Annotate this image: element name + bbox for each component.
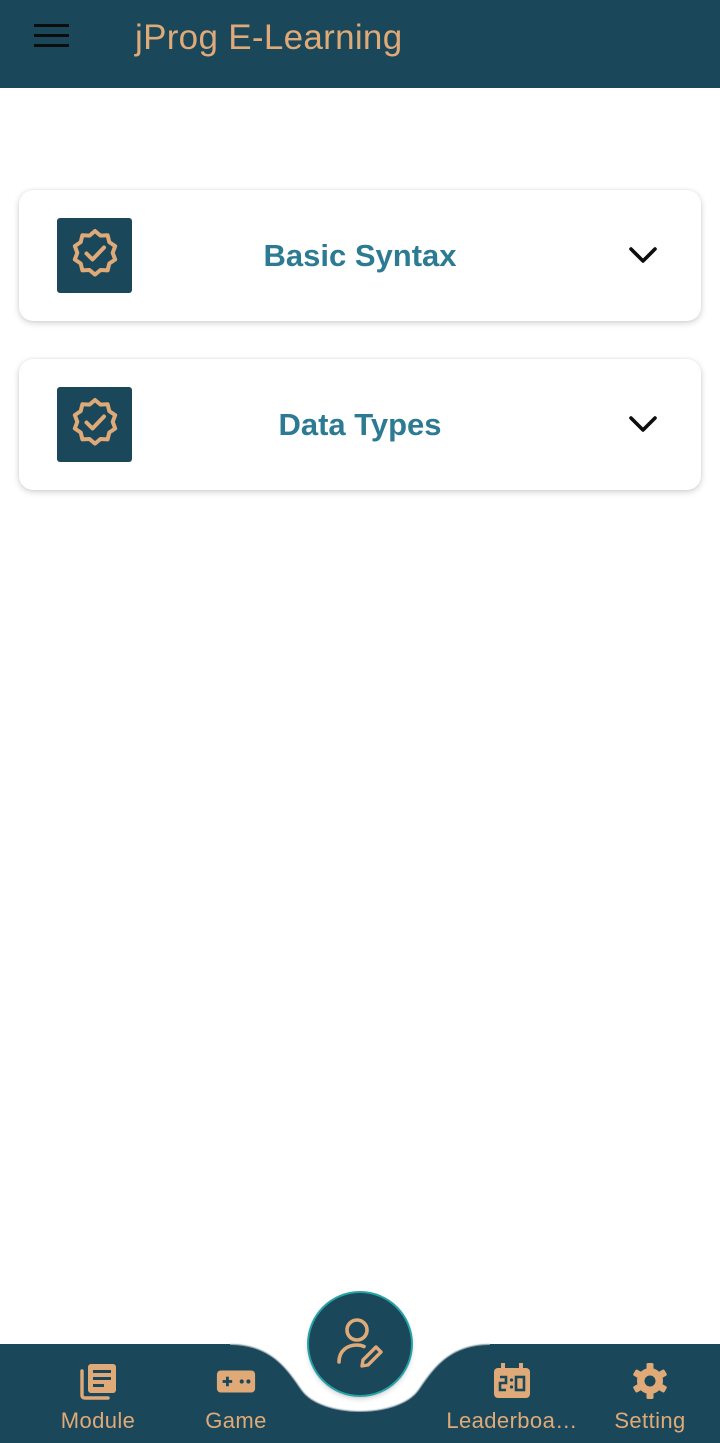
expand-button[interactable] xyxy=(623,237,663,277)
chevron-down-icon xyxy=(627,244,659,271)
profile-edit-fab[interactable] xyxy=(309,1293,411,1395)
expand-button[interactable] xyxy=(623,406,663,446)
nav-item-setting[interactable]: Setting xyxy=(580,1360,720,1440)
verified-badge-icon xyxy=(68,226,122,285)
module-icon-box xyxy=(57,218,132,293)
module-title: Data Types xyxy=(278,407,442,442)
scoreboard-icon xyxy=(491,1360,533,1402)
app-bar: jProg E-Learning xyxy=(0,0,720,88)
nav-label-setting: Setting xyxy=(614,1408,686,1433)
menu-button[interactable] xyxy=(22,14,82,60)
module-card-data-types[interactable]: Data Types xyxy=(19,359,701,490)
module-card-basic-syntax[interactable]: Basic Syntax xyxy=(19,190,701,321)
app-title: jProg E-Learning xyxy=(135,18,403,57)
module-icon-box xyxy=(57,387,132,462)
gear-icon xyxy=(629,1360,671,1402)
nav-label-module: Module xyxy=(60,1408,136,1433)
nav-label-game: Game xyxy=(205,1408,267,1433)
nav-item-leaderboard[interactable]: Leaderboa… xyxy=(442,1360,582,1440)
nav-item-module[interactable]: Module xyxy=(28,1360,168,1440)
nav-item-game[interactable]: Game xyxy=(166,1360,306,1440)
verified-badge-icon xyxy=(68,395,122,454)
module-title: Basic Syntax xyxy=(263,238,457,273)
nav-label-leaderboard: Leaderboa… xyxy=(446,1408,578,1433)
chevron-down-icon xyxy=(627,413,659,440)
hamburger-menu-icon xyxy=(33,21,71,54)
module-icon xyxy=(77,1360,119,1402)
gamepad-icon xyxy=(215,1360,257,1402)
edit-profile-icon xyxy=(332,1314,388,1375)
